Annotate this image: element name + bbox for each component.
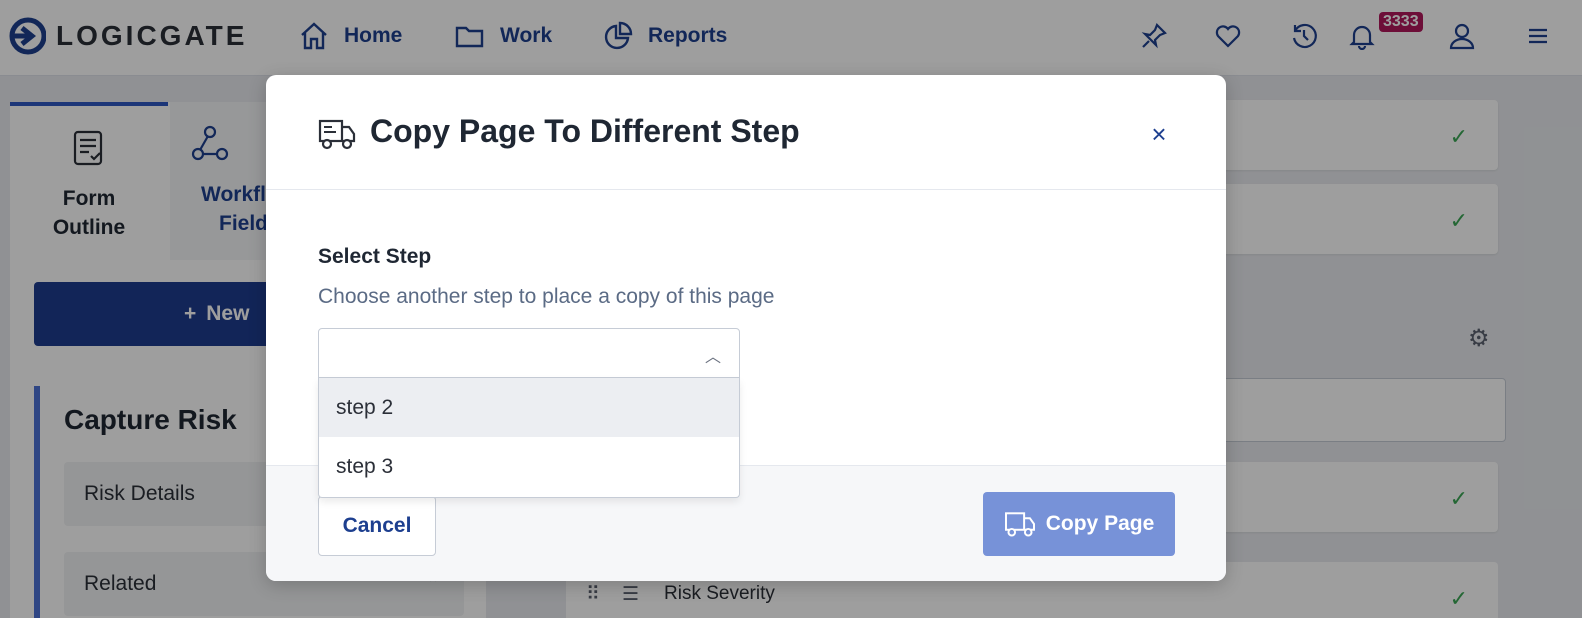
copy-page-button-label: Copy Page	[1045, 512, 1155, 535]
cancel-button-label: Cancel	[342, 514, 412, 537]
step-dropdown-menu: step 2 step 3	[318, 378, 740, 498]
option-step-2[interactable]: step 2	[319, 378, 739, 437]
cancel-button[interactable]: Cancel	[318, 496, 436, 556]
copy-page-button[interactable]: Copy Page	[983, 492, 1175, 556]
close-icon: ×	[1151, 118, 1167, 149]
truck-icon	[1004, 512, 1035, 537]
modal-title: Copy Page To Different Step	[370, 113, 800, 149]
copy-page-modal: Copy Page To Different Step × Select Ste…	[266, 75, 1226, 581]
step-select[interactable]: ︿	[318, 328, 740, 378]
modal-header: Copy Page To Different Step ×	[266, 75, 1226, 190]
option-step-3[interactable]: step 3	[319, 437, 739, 496]
chevron-up-icon: ︿	[704, 349, 721, 366]
truck-icon	[318, 119, 356, 150]
select-step-help-text: Choose another step to place a copy of t…	[318, 285, 775, 308]
close-button[interactable]: ×	[1142, 117, 1176, 151]
select-step-label: Select Step	[318, 245, 432, 268]
